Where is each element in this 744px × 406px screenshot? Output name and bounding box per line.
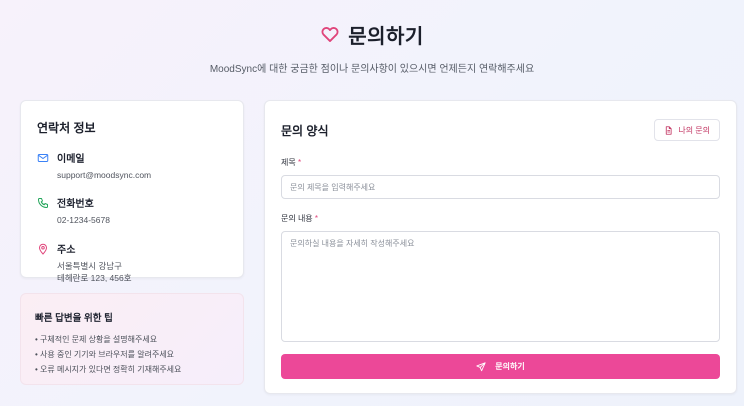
tips-list: • 구체적인 문제 상황을 설명해주세요 • 사용 중인 기기와 브라우저를 알… — [35, 332, 229, 377]
title-row: 문의하기 — [0, 20, 744, 48]
tip-item: • 오류 메시지가 있다면 정확히 기재해주세요 — [35, 365, 182, 374]
tips-title: 빠른 답변을 위한 팁 — [35, 313, 113, 324]
document-icon — [666, 125, 672, 135]
tip-item: • 구체적인 문제 상황을 설명해주세요 — [35, 335, 158, 344]
content-label: 문의 내용 * — [281, 213, 720, 224]
required-mark: * — [314, 214, 319, 223]
subject-label: 제목 * — [281, 157, 720, 168]
subject-label-text: 제목 — [281, 158, 296, 167]
content-label-text: 문의 내용 — [281, 214, 313, 223]
contact-item-address: 주소 서울특별시 강남구 테헤란로 123, 456호 — [37, 241, 227, 285]
contact-card-title: 연락처 정보 — [37, 121, 96, 135]
inquiry-form-card: 문의 양식 나의 문의 제목 * 문의 내용 * 문의하기 — [264, 100, 737, 394]
contact-info-card: 연락처 정보 이메일 support@moodsync.com 전화번호 02-… — [20, 100, 244, 283]
address-value: 서울특별시 강남구 테헤란로 123, 456호 — [57, 260, 132, 285]
page-header: 문의하기 MoodSync에 대한 궁금한 점이나 문의사항이 있으시면 언제든… — [0, 20, 744, 76]
form-title: 문의 양식 — [281, 123, 329, 138]
tips-card: 빠른 답변을 위한 팁 • 구체적인 문제 상황을 설명해주세요 • 사용 중인… — [20, 293, 244, 385]
address-line-1: 서울특별시 강남구 — [57, 260, 122, 271]
email-value[interactable]: support@moodsync.com — [57, 169, 151, 181]
address-label: 주소 — [57, 244, 76, 256]
contact-item-phone: 전화번호 02-1234-5678 — [37, 195, 227, 226]
submit-button[interactable]: 문의하기 — [281, 354, 720, 379]
submit-label: 문의하기 — [495, 362, 525, 371]
send-icon — [476, 361, 486, 371]
page-title: 문의하기 — [348, 25, 424, 48]
my-inquiries-button[interactable]: 나의 문의 — [654, 119, 720, 141]
phone-value[interactable]: 02-1234-5678 — [57, 214, 110, 226]
email-label: 이메일 — [57, 154, 85, 165]
required-mark: * — [297, 158, 302, 167]
form-header: 문의 양식 나의 문의 — [281, 119, 720, 141]
mail-icon — [37, 154, 49, 162]
phone-icon — [38, 198, 48, 209]
contact-item-email: 이메일 support@moodsync.com — [37, 150, 227, 181]
my-inquiries-label: 나의 문의 — [678, 125, 710, 135]
map-pin-icon — [38, 243, 48, 255]
subject-input[interactable] — [281, 175, 720, 199]
page-subtitle: MoodSync에 대한 궁금한 점이나 문의사항이 있으시면 언제든지 연락해… — [209, 64, 535, 75]
tip-item: • 사용 중인 기기와 브라우저를 알려주세요 — [35, 350, 175, 359]
content-textarea[interactable] — [281, 231, 720, 342]
heart-icon — [321, 27, 339, 42]
phone-label: 전화번호 — [57, 199, 94, 211]
address-line-2: 테헤란로 123, 456호 — [57, 272, 132, 283]
